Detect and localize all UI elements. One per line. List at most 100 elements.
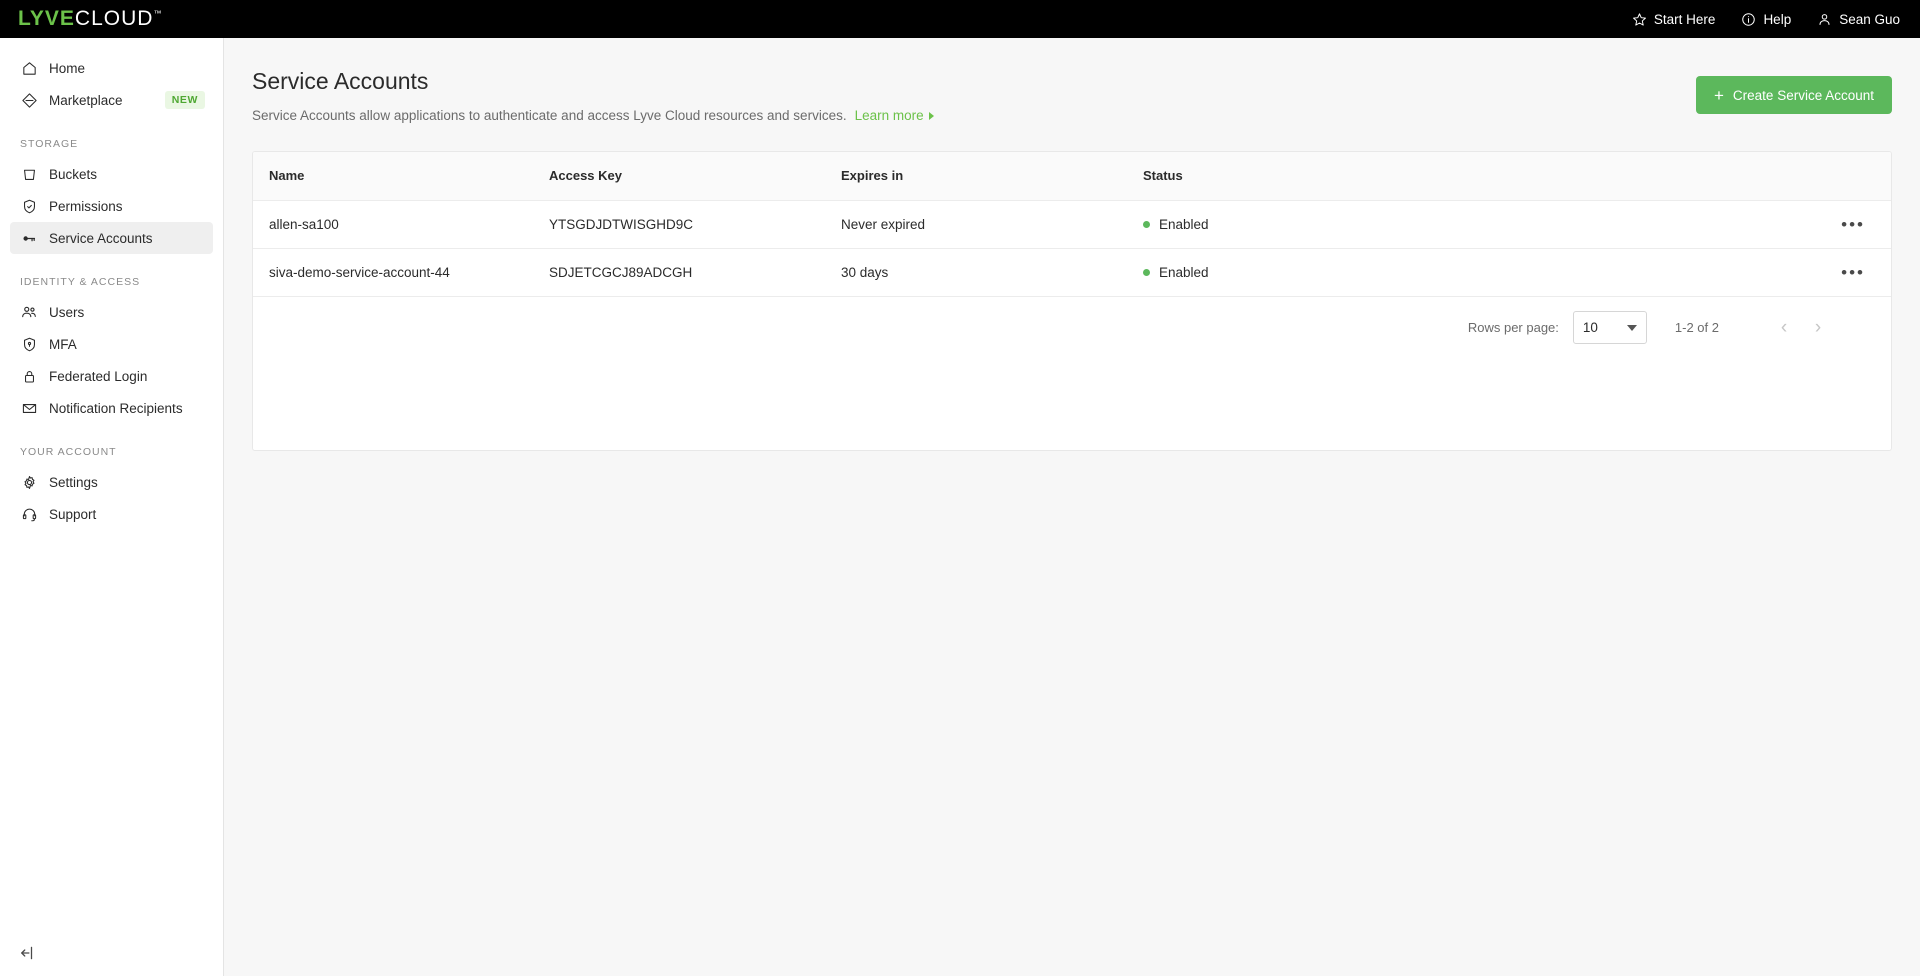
diamond-icon: [20, 91, 38, 109]
headset-icon: [20, 505, 38, 523]
home-icon: [20, 59, 38, 77]
table-header: Name Access Key Expires in Status: [253, 152, 1891, 201]
sidebar-item-notification-recipients-label: Notification Recipients: [49, 400, 183, 416]
rows-per-page-value: 10: [1582, 320, 1598, 335]
info-circle-icon: [1741, 12, 1756, 27]
logo-primary-text: LYVE: [18, 7, 75, 30]
table-body: allen-sa100 YTSGDJDTWISGHD9C Never expir…: [253, 200, 1891, 297]
sidebar-item-users[interactable]: Users: [10, 296, 213, 328]
sidebar-item-permissions-label: Permissions: [49, 198, 123, 214]
status-dot: [1143, 268, 1150, 276]
chevron-down-icon: [1626, 324, 1637, 331]
table-row[interactable]: siva-demo-service-account-44 SDJETCGCJ89…: [253, 248, 1891, 297]
start-here-label: Start Here: [1653, 11, 1716, 27]
trademark-symbol: ™: [153, 9, 162, 18]
cell-actions: •••: [1627, 248, 1891, 297]
sidebar-item-marketplace[interactable]: Marketplace NEW: [10, 84, 213, 116]
top-navigation: Start Here Help Sean Guo: [1632, 12, 1900, 27]
sidebar-item-home[interactable]: Home: [10, 52, 213, 84]
table-header-row: Name Access Key Expires in Status: [253, 152, 1891, 201]
rows-per-page-label: Rows per page:: [1467, 320, 1559, 335]
help-button[interactable]: Help: [1741, 12, 1791, 27]
cell-access-key: YTSGDJDTWISGHD9C: [533, 200, 825, 249]
chevron-right-icon[interactable]: ›: [1805, 315, 1831, 341]
status-dot: [1143, 220, 1150, 228]
sidebar-item-mfa-label: MFA: [49, 336, 77, 352]
gear-icon: [20, 473, 38, 491]
sidebar-item-federated-login-label: Federated Login: [49, 368, 148, 384]
create-service-account-label: Create Service Account: [1732, 87, 1874, 103]
sidebar-item-settings-label: Settings: [49, 474, 98, 490]
user-icon: [1817, 12, 1832, 27]
sidebar-item-marketplace-label: Marketplace: [49, 92, 123, 108]
sidebar-item-notification-recipients[interactable]: Notification Recipients: [10, 392, 213, 424]
sidebar-item-service-accounts-label: Service Accounts: [49, 230, 153, 246]
sidebar-item-settings[interactable]: Settings: [10, 466, 213, 498]
start-here-button[interactable]: Start Here: [1632, 11, 1716, 27]
help-label: Help: [1763, 11, 1792, 27]
create-service-account-button[interactable]: + Create Service Account: [1695, 76, 1892, 114]
sidebar-item-service-accounts[interactable]: Service Accounts: [10, 222, 213, 254]
users-icon: [20, 303, 38, 321]
column-header-expires-in[interactable]: Expires in: [825, 152, 1127, 201]
column-header-status[interactable]: Status: [1127, 152, 1627, 201]
cell-name: siva-demo-service-account-44: [253, 248, 533, 297]
key-icon: [20, 229, 38, 247]
user-name-label: Sean Guo: [1839, 11, 1900, 27]
plus-icon: +: [1713, 85, 1724, 105]
cell-access-key: SDJETCGCJ89ADCGH: [533, 248, 825, 297]
logo-secondary-text: CLOUD: [74, 7, 154, 30]
sidebar-item-buckets[interactable]: Buckets: [10, 158, 213, 190]
sidebar-section-storage: STORAGE: [20, 138, 79, 150]
cell-expires-in: 30 days: [825, 248, 1127, 297]
cell-expires-in: Never expired: [825, 200, 1127, 249]
cell-status: Enabled: [1127, 200, 1627, 249]
star-icon: [1632, 12, 1647, 27]
pagination-bar: Rows per page: 10 1-2 of 2 ‹ ›: [253, 297, 1891, 359]
column-header-name[interactable]: Name: [253, 152, 533, 201]
sidebar-item-permissions[interactable]: Permissions: [10, 190, 213, 222]
shield-check-icon: [20, 197, 38, 215]
lyvecloud-logo[interactable]: LYVE CLOUD ™: [18, 7, 162, 31]
column-header-actions: [1627, 152, 1891, 201]
sidebar-item-federated-login[interactable]: Federated Login: [10, 360, 213, 392]
cell-name: allen-sa100: [253, 200, 533, 249]
main-content: Service Accounts Service Accounts allow …: [224, 38, 1920, 976]
new-badge: NEW: [164, 91, 205, 109]
cell-actions: •••: [1627, 200, 1891, 249]
pagination-range-label: 1-2 of 2: [1674, 320, 1719, 335]
sidebar-item-buckets-label: Buckets: [49, 166, 98, 182]
page-subtitle: Service Accounts allow applications to a…: [252, 108, 1892, 123]
chevron-right-icon: [928, 111, 934, 120]
sidebar-item-home-label: Home: [49, 60, 86, 76]
sidebar-item-support[interactable]: Support: [10, 498, 213, 530]
sidebar-item-support-label: Support: [49, 506, 97, 522]
page-title: Service Accounts: [252, 68, 429, 94]
collapse-sidebar-icon[interactable]: [16, 942, 38, 964]
column-header-access-key[interactable]: Access Key: [533, 152, 825, 201]
envelope-icon: [20, 399, 38, 417]
sidebar-item-mfa[interactable]: MFA: [10, 328, 213, 360]
learn-more-link[interactable]: Learn more: [855, 108, 934, 123]
bucket-icon: [20, 165, 38, 183]
status-badge: Enabled: [1159, 264, 1209, 280]
status-badge: Enabled: [1159, 216, 1209, 232]
sidebar-section-your-account: YOUR ACCOUNT: [20, 446, 117, 458]
sidebar-section-identity-access: IDENTITY & ACCESS: [20, 276, 141, 288]
sidebar-item-users-label: Users: [49, 304, 85, 320]
learn-more-label: Learn more: [854, 108, 924, 123]
row-actions-menu-button[interactable]: •••: [1643, 264, 1891, 281]
service-accounts-table: Name Access Key Expires in Status allen-…: [253, 152, 1891, 297]
sidebar: Home Marketplace NEW STORAGE Buckets Per: [0, 38, 224, 976]
cell-status: Enabled: [1127, 248, 1627, 297]
lock-icon: [20, 367, 38, 385]
top-bar: LYVE CLOUD ™ Start Here Help Sean Guo: [0, 0, 1920, 38]
user-menu-button[interactable]: Sean Guo: [1817, 12, 1900, 27]
shield-icon: [20, 335, 38, 353]
row-actions-menu-button[interactable]: •••: [1643, 216, 1891, 233]
rows-per-page-select[interactable]: 10: [1572, 311, 1647, 344]
chevron-left-icon[interactable]: ‹: [1771, 315, 1797, 341]
page-subtitle-text: Service Accounts allow applications to a…: [252, 108, 847, 123]
table-row[interactable]: allen-sa100 YTSGDJDTWISGHD9C Never expir…: [253, 200, 1891, 249]
service-accounts-table-card: Name Access Key Expires in Status allen-…: [252, 151, 1892, 451]
